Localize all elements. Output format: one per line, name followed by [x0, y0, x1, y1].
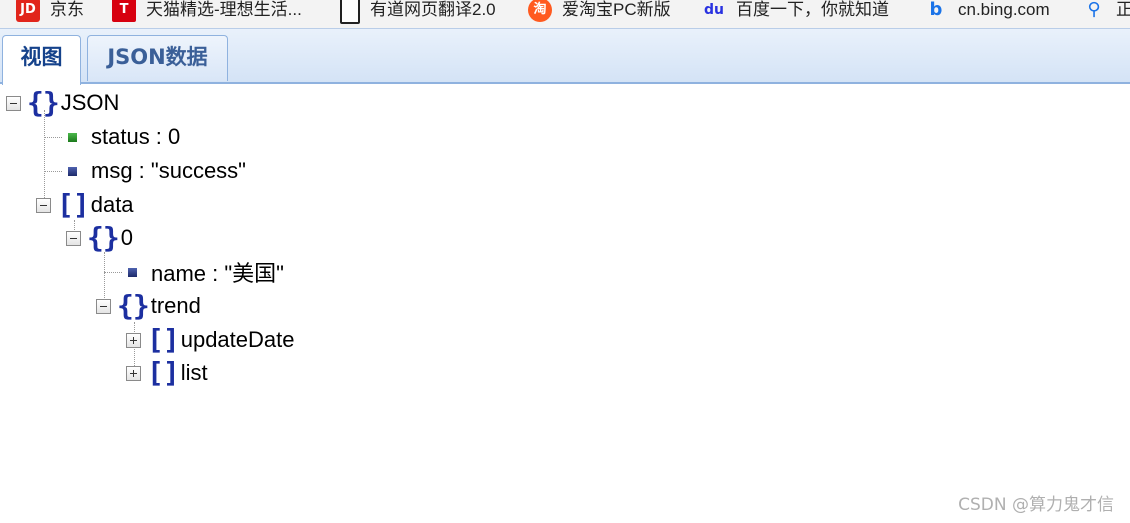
array-brackets-icon: [] [147, 323, 180, 356]
bookmark-label: 百度一下，你就知道 [736, 0, 889, 19]
bookmark-label: 正 [1116, 0, 1130, 19]
expand-toggle[interactable] [126, 332, 141, 348]
bookmark-search[interactable]: ⚲ 正 [1082, 0, 1130, 28]
bookmark-baidu[interactable]: du 百度一下，你就知道 [702, 0, 889, 28]
bookmarks-bar: JD 京东 T 天猫精选-理想生活... 有道网页翻译2.0 淘 爱淘宝PC新版… [0, 0, 1130, 29]
aitaobao-logo-icon: 淘 [528, 0, 552, 22]
search-icon: ⚲ [1087, 0, 1101, 20]
tree-node-msg: msg : "success" [62, 154, 246, 188]
tree-node-label: trend [150, 293, 201, 318]
tree-node-label: JSON [60, 90, 120, 115]
bookmark-aitaobao[interactable]: 淘 爱淘宝PC新版 [528, 0, 671, 28]
bookmark-label: cn.bing.com [958, 0, 1050, 19]
bookmark-youdao[interactable]: 有道网页翻译2.0 [340, 0, 496, 28]
tab-view[interactable]: 视图 [2, 35, 81, 85]
expand-toggle[interactable] [126, 365, 141, 381]
tree-connector [104, 272, 122, 273]
number-value-icon [68, 132, 77, 142]
bookmark-tmall[interactable]: T 天猫精选-理想生活... [112, 0, 302, 28]
object-braces-icon: {} [117, 289, 150, 322]
tree-node-label: name : "美国" [151, 261, 284, 286]
array-brackets-icon: [] [57, 188, 90, 221]
tree-node-status: status : 0 [62, 120, 180, 154]
viewer-tab-bar: 视图 JSON数据 [0, 28, 1130, 85]
bookmark-label: 有道网页翻译2.0 [370, 0, 496, 19]
tree-node-name: name : "美国" [122, 255, 284, 289]
string-value-icon [128, 267, 137, 277]
tree-node-label: data [90, 192, 134, 217]
array-brackets-icon: [] [147, 356, 180, 389]
tree-node-label: 0 [120, 225, 133, 250]
tree-connector [44, 171, 62, 172]
collapse-toggle[interactable] [66, 230, 81, 246]
tree-node-root: {} JSON [6, 86, 119, 120]
tree-node-updatedate: [] updateDate [126, 323, 294, 357]
tmall-logo-icon: T [112, 0, 136, 22]
tree-node-list: [] list [126, 356, 208, 390]
bookmark-bing[interactable]: b cn.bing.com [924, 0, 1050, 28]
tab-json-data[interactable]: JSON数据 [87, 35, 228, 81]
bookmark-label: 爱淘宝PC新版 [562, 0, 671, 19]
bookmark-label: 京东 [50, 0, 84, 19]
json-tree: {} JSON status : 0 msg : "success" [] da… [0, 84, 1130, 523]
bing-logo-icon: b [929, 0, 943, 20]
bookmark-label: 天猫精选-理想生活... [146, 0, 302, 19]
jd-logo-icon: JD [16, 0, 40, 22]
string-value-icon [68, 166, 77, 176]
collapse-toggle[interactable] [6, 95, 21, 111]
tree-node-label: updateDate [180, 327, 295, 352]
tree-connector [44, 137, 62, 138]
object-braces-icon: {} [27, 86, 60, 119]
collapse-toggle[interactable] [96, 298, 111, 314]
baidu-logo-icon: du [704, 2, 724, 18]
tree-node-data: [] data [36, 188, 134, 222]
tree-node-label: list [180, 360, 208, 385]
tree-node-label: status : 0 [91, 124, 181, 149]
document-icon [340, 0, 360, 24]
tree-node-label: msg : "success" [91, 158, 246, 183]
object-braces-icon: {} [87, 221, 120, 254]
collapse-toggle[interactable] [36, 197, 51, 213]
watermark: CSDN @算力鬼才信 [958, 495, 1114, 515]
tree-node-trend: {} trend [96, 289, 201, 323]
bookmark-jd[interactable]: JD 京东 [16, 0, 84, 28]
tree-node-item-0: {} 0 [66, 221, 133, 255]
